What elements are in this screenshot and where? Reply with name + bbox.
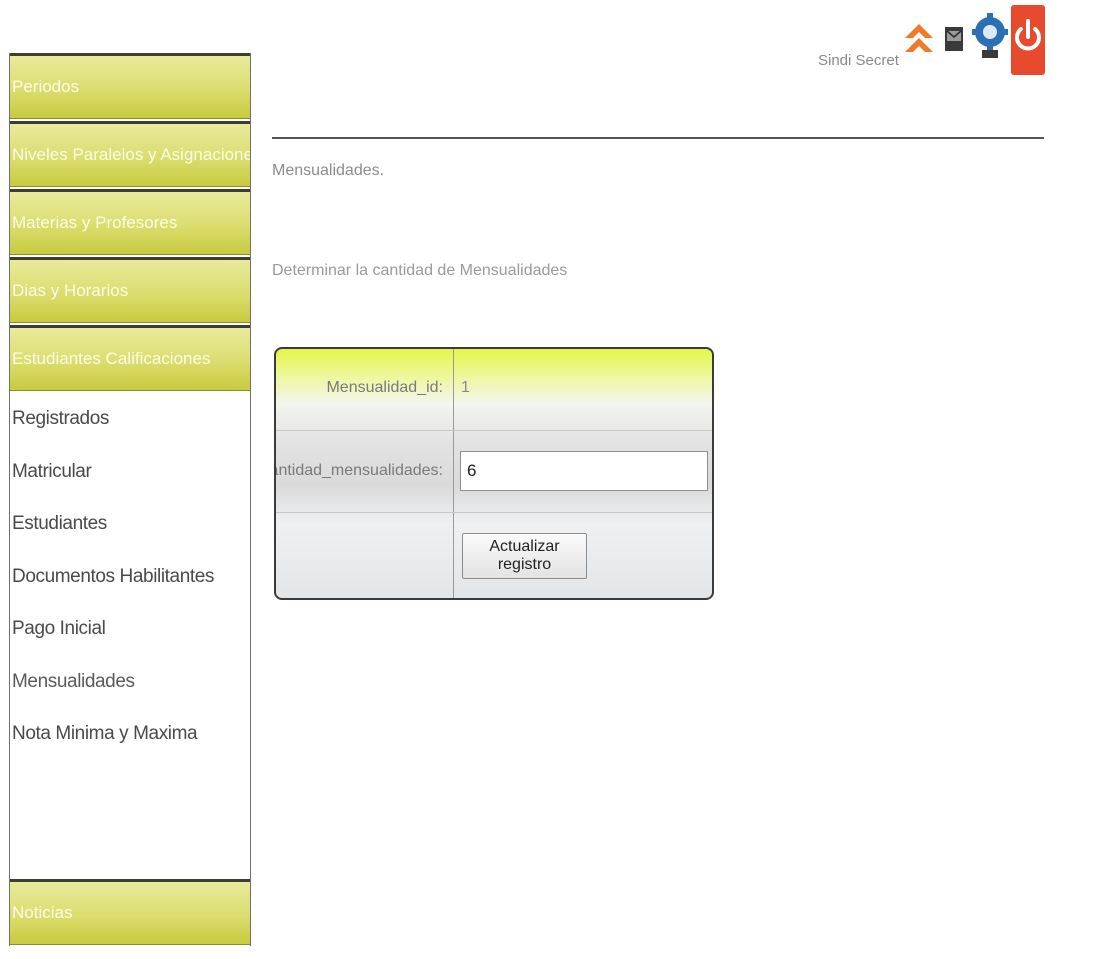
page-description: Determinar la cantidad de Mensualidades (272, 262, 568, 279)
sidebar-section-estudiantes[interactable]: Estudiantes Calificaciones (10, 325, 250, 391)
mensualidad-id-label: Mensualidad_id: (326, 379, 443, 396)
header-divider (272, 137, 1044, 139)
sidebar-submenu: Registrados Matricular Estudiantes Docum… (10, 393, 250, 761)
sidebar-item-mensualidades[interactable]: Mensualidades (10, 656, 250, 709)
power-icon[interactable] (1011, 5, 1045, 75)
sidebar-item-documentos[interactable]: Documentos Habilitantes (10, 551, 250, 604)
sidebar-item-matricular[interactable]: Matricular (10, 446, 250, 499)
cantidad-mensualidades-input[interactable] (460, 451, 708, 491)
sidebar-item-pago-inicial[interactable]: Pago Inicial (10, 603, 250, 656)
sidebar-item-estudiantes[interactable]: Estudiantes (10, 498, 250, 551)
sidebar-section-dias[interactable]: Dias y Horarios (10, 257, 250, 323)
form-column-divider (453, 349, 454, 598)
update-record-button[interactable]: Actualizar registro (462, 533, 587, 579)
form-row-divider (276, 430, 712, 431)
sidebar-item-nota[interactable]: Nota Minima y Maxima (10, 708, 250, 761)
form-row-divider (276, 512, 712, 513)
sidebar-section-niveles[interactable]: Niveles Paralelos y Asignaciones (10, 121, 250, 187)
sidebar: Periodos Niveles Paralelos y Asignacione… (9, 53, 251, 946)
mail-icon[interactable] (943, 25, 967, 55)
settings-gear-icon[interactable] (972, 12, 1008, 62)
user-name: Sindi Secret (818, 52, 899, 69)
sidebar-section-noticias[interactable]: Noticias (10, 879, 250, 945)
cantidad-mensualidades-label: Cantidad_mensualidades: (274, 462, 443, 479)
sidebar-item-registrados[interactable]: Registrados (10, 393, 250, 446)
edit-form: Mensualidad_id: 1 Cantidad_mensualidades… (274, 347, 714, 600)
page-title: Mensualidades. (272, 162, 385, 179)
sidebar-section-materias[interactable]: Materias y Profesores (10, 189, 250, 255)
up-arrow-icon[interactable] (903, 22, 935, 60)
sidebar-section-periodos[interactable]: Periodos (10, 53, 250, 119)
mensualidad-id-value: 1 (461, 379, 470, 396)
